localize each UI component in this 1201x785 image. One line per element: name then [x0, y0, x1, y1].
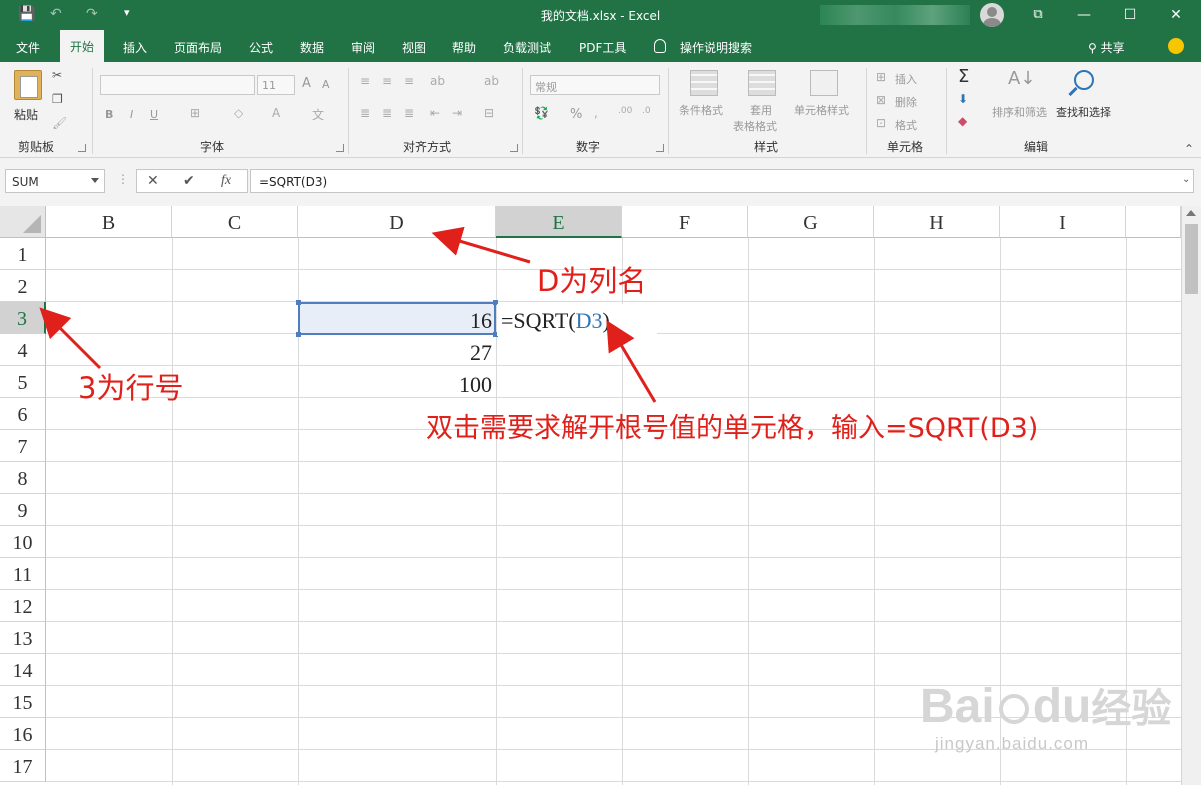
annotation-row-number: 3为行号 — [78, 371, 184, 405]
arrow-to-row-3 — [39, 307, 102, 370]
annotation-instruction: 双击需要求解开根号值的单元格，输入=SQRT(D3) — [426, 413, 1039, 444]
arrow-to-formula — [606, 320, 657, 403]
excel-window: 💾 ↶ ↷ ▾ 我的文档.xlsx - Excel ⧉ — ☐ ✕ 文件 开始 … — [0, 0, 1201, 785]
annotation-column-name: D为列名 — [537, 264, 647, 298]
arrow-to-column-d — [431, 226, 531, 264]
